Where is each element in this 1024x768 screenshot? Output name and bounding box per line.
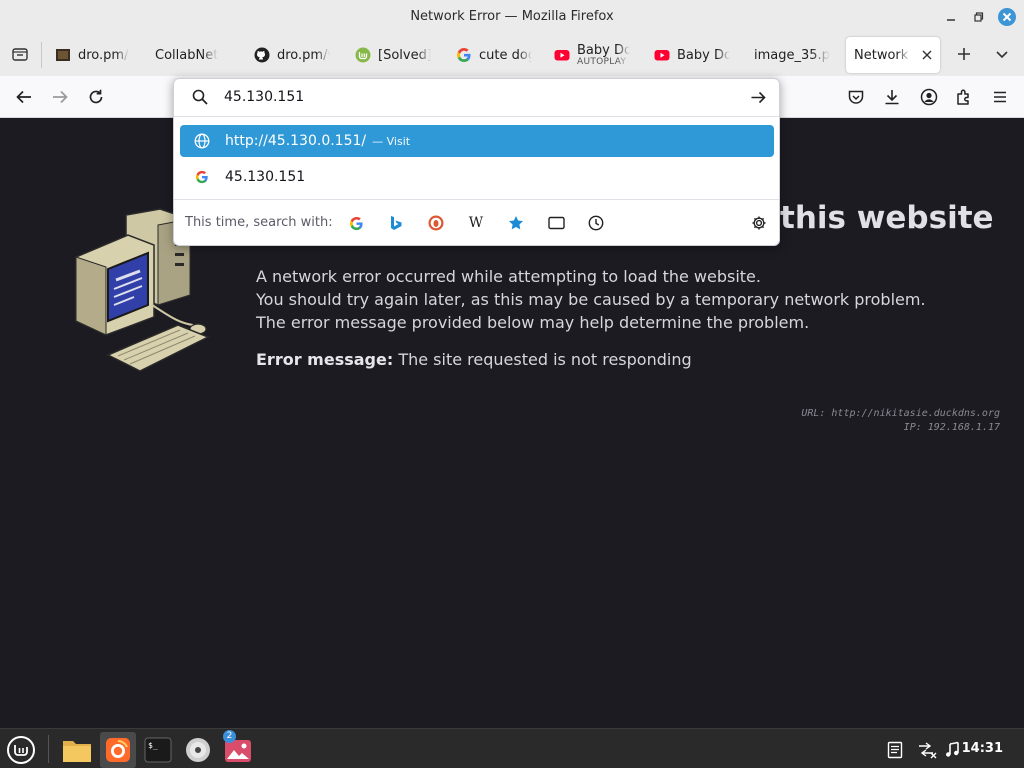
youtube-icon bbox=[654, 47, 670, 63]
error-line: The error message provided below may hel… bbox=[256, 313, 810, 332]
window-title: Network Error — Mozilla Firefox bbox=[410, 9, 614, 24]
bing-icon[interactable] bbox=[386, 213, 406, 233]
one-off-search-bar: This time, search with: W bbox=[174, 199, 779, 245]
downloads-icon[interactable] bbox=[880, 85, 904, 109]
go-arrow-icon[interactable] bbox=[750, 89, 767, 110]
error-message-value: The site requested is not responding bbox=[398, 350, 692, 369]
forward-button[interactable] bbox=[48, 85, 72, 109]
list-all-tabs-button[interactable] bbox=[990, 42, 1014, 66]
divider bbox=[41, 42, 42, 68]
account-icon[interactable] bbox=[917, 85, 941, 109]
back-button[interactable] bbox=[12, 85, 36, 109]
debug-url: URL: http://nikitasie.duckdns.org bbox=[801, 408, 1000, 419]
notes-applet-icon[interactable] bbox=[880, 732, 910, 768]
terminal-icon[interactable]: $_ bbox=[140, 732, 176, 768]
notification-badge: 2 bbox=[223, 730, 236, 743]
image-viewer-icon[interactable]: 2 bbox=[220, 730, 256, 768]
debug-ip: IP: 192.168.1.17 bbox=[903, 422, 1000, 433]
clock[interactable]: 14:31 bbox=[962, 741, 1003, 756]
suggestion-text: http://45.130.0.151/ bbox=[225, 133, 367, 149]
tab-baby-dog-autoplay[interactable]: Baby Dog AUTOPLAY bbox=[546, 37, 638, 73]
new-tab-button[interactable] bbox=[952, 42, 976, 66]
youtube-icon bbox=[554, 47, 570, 63]
address-bar[interactable]: 45.130.151 bbox=[174, 79, 779, 117]
tab-dro-pm-6[interactable]: dro.pm/6 bbox=[47, 37, 137, 73]
svg-text:$_: $_ bbox=[148, 741, 158, 750]
tabs-icon[interactable] bbox=[546, 213, 566, 233]
close-window-button[interactable] bbox=[996, 6, 1018, 28]
error-line: You should try again later, as this may … bbox=[256, 290, 926, 309]
tab-collabnet[interactable]: CollabNet bbox=[139, 37, 239, 73]
tab-sublabel: AUTOPLAY bbox=[577, 56, 627, 67]
linux-mint-icon bbox=[355, 47, 371, 63]
urlbar-popup: 45.130.151 http://45.130.0.151/ — Visit … bbox=[173, 78, 780, 246]
address-input[interactable]: 45.130.151 bbox=[224, 89, 304, 105]
tab-label: Baby Dog bbox=[577, 43, 630, 58]
reload-button[interactable] bbox=[84, 85, 108, 109]
bookmarks-star-icon[interactable] bbox=[506, 213, 526, 233]
extensions-icon[interactable] bbox=[952, 85, 976, 109]
tab-strip: dro.pm/6 CollabNet dro.pm/w [Solved] I c… bbox=[0, 34, 1024, 76]
mint-menu-button[interactable] bbox=[3, 732, 39, 768]
maximize-window-button[interactable] bbox=[968, 6, 990, 28]
pocket-icon[interactable] bbox=[844, 85, 868, 109]
window-titlebar: Network Error — Mozilla Firefox bbox=[0, 0, 1024, 34]
firefox-taskbar-icon[interactable] bbox=[100, 732, 136, 768]
google-icon bbox=[192, 167, 212, 187]
wikipedia-icon[interactable]: W bbox=[466, 213, 486, 233]
suggestion-action: — Visit bbox=[372, 134, 411, 148]
github-icon bbox=[254, 47, 270, 63]
debug-info: URL: http://nikitasie.duckdns.org IP: 19… bbox=[801, 407, 1000, 435]
menu-icon[interactable] bbox=[988, 85, 1012, 109]
google-search-engine-icon[interactable] bbox=[346, 213, 366, 233]
search-with-label: This time, search with: bbox=[185, 215, 333, 230]
tab-solved[interactable]: [Solved] I bbox=[347, 37, 439, 73]
tab-baby-dog[interactable]: Baby Dog bbox=[646, 37, 738, 73]
tab-dro-pm-w[interactable]: dro.pm/w bbox=[246, 37, 338, 73]
suggestion-search-google[interactable]: 45.130.151 bbox=[180, 161, 774, 193]
error-message-label: Error message: bbox=[256, 350, 394, 369]
tab-cute-dog[interactable]: cute dog bbox=[448, 37, 540, 73]
divider bbox=[48, 735, 49, 763]
taskbar: $_ 2 14:31 bbox=[0, 728, 1024, 768]
firefox-view-button[interactable] bbox=[8, 42, 32, 66]
suggestion-visit-url[interactable]: http://45.130.0.151/ — Visit bbox=[180, 125, 774, 157]
globe-icon bbox=[192, 131, 212, 151]
search-icon bbox=[192, 89, 208, 109]
error-description: A network error occurred while attemptin… bbox=[256, 265, 926, 334]
error-message: Error message: The site requested is not… bbox=[256, 350, 692, 369]
suggestion-text: 45.130.151 bbox=[225, 169, 306, 185]
tab-network-error[interactable]: Network E bbox=[846, 37, 940, 73]
search-settings-gear-icon[interactable] bbox=[749, 213, 769, 233]
error-line: A network error occurred while attemptin… bbox=[256, 267, 761, 286]
minimize-window-button[interactable] bbox=[940, 6, 962, 28]
files-folder-icon[interactable] bbox=[59, 732, 95, 768]
close-tab-icon[interactable] bbox=[922, 50, 932, 60]
tab-image-35[interactable]: image_35.pn bbox=[746, 37, 838, 73]
history-clock-icon[interactable] bbox=[586, 213, 606, 233]
image-thumb-icon bbox=[55, 47, 71, 63]
google-icon bbox=[456, 47, 472, 63]
disc-icon[interactable] bbox=[180, 732, 216, 768]
duckduckgo-icon[interactable] bbox=[426, 213, 446, 233]
error-title: this website bbox=[780, 200, 994, 236]
